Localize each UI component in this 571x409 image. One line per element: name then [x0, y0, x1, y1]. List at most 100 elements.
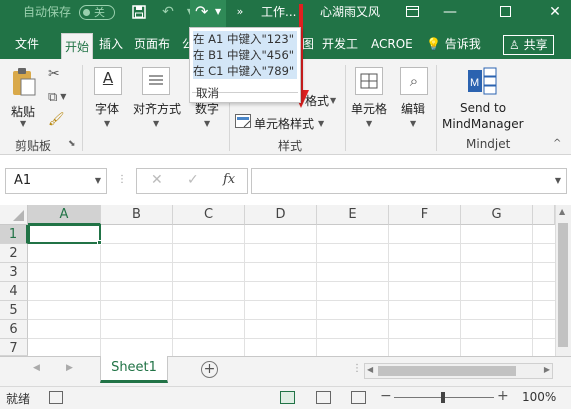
save-button[interactable] [125, 0, 153, 30]
cell-styles-label[interactable]: 单元格样式 [254, 115, 314, 132]
page-layout-view-icon[interactable] [316, 391, 331, 404]
horizontal-scrollbar[interactable]: ◀ ▶ [364, 363, 553, 379]
row-header[interactable]: 5 [0, 301, 28, 320]
tab-tell-me[interactable]: 💡 告诉我 [426, 30, 481, 59]
fill-handle[interactable] [97, 240, 102, 245]
editing-button[interactable]: ⌕ [400, 67, 428, 95]
column-header[interactable]: C [173, 205, 245, 225]
column-header[interactable]: G [461, 205, 533, 225]
name-box[interactable]: A1 ▼ [5, 168, 107, 194]
chevron-down-icon[interactable]: ▼ [20, 119, 26, 128]
tell-me-label: 告诉我 [444, 37, 481, 51]
alignment-label[interactable]: 对齐方式 [133, 100, 181, 117]
scroll-right-icon[interactable]: ▶ [66, 363, 73, 373]
select-all-icon [13, 210, 24, 221]
chevron-down-icon[interactable]: ▼ [366, 119, 372, 128]
zoom-in-button[interactable]: + [497, 388, 509, 404]
sheet-tab[interactable]: Sheet1 [100, 356, 168, 383]
scrollbar-thumb[interactable] [378, 366, 516, 376]
font-label[interactable]: 字体 [95, 100, 119, 117]
paste-button[interactable] [11, 67, 37, 100]
chevron-down-icon[interactable]: ▼ [410, 119, 416, 128]
spreadsheet-grid[interactable]: A B C D E F G 1 2 3 4 5 6 7 ▲ [0, 205, 571, 356]
tab-acrobat[interactable]: ACROE [371, 30, 414, 59]
redo-button[interactable]: ↷ ▼ [190, 0, 226, 30]
row-header[interactable]: 6 [0, 320, 28, 339]
column-header[interactable]: E [317, 205, 389, 225]
vertical-scrollbar[interactable]: ▲ [555, 205, 571, 356]
row-header[interactable]: 7 [0, 339, 28, 356]
undo-history-item[interactable]: 在 C1 中键入"789" [193, 63, 297, 79]
collapse-ribbon-button[interactable]: ^ [553, 138, 561, 149]
undo-history-item[interactable]: 在 B1 中键入"456" [193, 47, 297, 63]
tab-insert[interactable]: 插入 [99, 30, 123, 59]
column-header[interactable]: B [101, 205, 173, 225]
scroll-left-icon[interactable]: ◀ [33, 363, 40, 373]
cut-button[interactable]: ✂ [48, 66, 60, 82]
share-button[interactable]: ♙ 共享 [503, 35, 554, 55]
insert-function-button[interactable]: fx [223, 172, 235, 187]
minimize-button[interactable]: — [436, 0, 464, 30]
chevron-down-icon[interactable]: ▼ [153, 119, 159, 128]
cell-styles-button[interactable] [235, 114, 251, 131]
ribbon-display-button[interactable] [398, 0, 426, 30]
drag-handle-icon[interactable]: ⋮ [117, 174, 127, 185]
zoom-slider-thumb[interactable] [441, 392, 445, 403]
chevron-down-icon[interactable]: ▼ [555, 176, 561, 185]
paste-label[interactable]: 粘贴 [11, 103, 35, 120]
row-header[interactable]: 2 [0, 244, 28, 263]
macro-record-icon[interactable] [49, 391, 63, 404]
tab-page-layout[interactable]: 页面布 [134, 30, 178, 59]
normal-view-icon[interactable] [280, 391, 295, 404]
row-header[interactable]: 4 [0, 282, 28, 301]
dialog-launcher-icon[interactable]: ⬊ [68, 139, 76, 149]
column-header[interactable]: A [28, 205, 101, 225]
add-sheet-button[interactable]: + [201, 361, 218, 378]
cancel-button[interactable]: 取消 [196, 85, 300, 101]
formula-input[interactable]: ▼ [251, 168, 567, 194]
chevron-up-icon[interactable]: ▲ [559, 207, 565, 216]
cells-button[interactable] [355, 67, 383, 95]
send-to-line1[interactable]: Send to [460, 101, 506, 115]
mindmanager-logo[interactable]: M [468, 67, 498, 98]
format-painter-button[interactable]: 🖌 [48, 112, 65, 127]
cells-icon [360, 73, 378, 89]
cancel-entry-icon[interactable]: ✕ [151, 172, 163, 188]
column-header[interactable] [533, 205, 555, 225]
tab-home[interactable]: 开始 [61, 33, 93, 59]
column-header[interactable]: D [245, 205, 317, 225]
autosave-toggle[interactable]: 关 [79, 5, 115, 20]
close-button[interactable]: ✕ [541, 0, 569, 30]
tab-file[interactable]: 文件 [15, 30, 39, 59]
tab-developer[interactable]: 开发工 [322, 30, 366, 59]
font-button[interactable]: A [94, 67, 122, 95]
zoom-level[interactable]: 100% [522, 390, 556, 404]
chevron-down-icon[interactable]: ▼ [318, 119, 324, 128]
active-cell[interactable] [28, 224, 101, 244]
chevron-down-icon[interactable]: ▼ [330, 96, 336, 105]
chevron-down-icon[interactable]: ▼ [104, 119, 110, 128]
scrollbar-thumb[interactable] [558, 223, 568, 347]
user-name[interactable]: 心湖雨又风 [320, 0, 380, 30]
row-header[interactable]: 3 [0, 263, 28, 282]
chevron-left-icon[interactable]: ◀ [367, 365, 373, 374]
page-break-view-icon[interactable] [351, 391, 366, 404]
maximize-button[interactable] [491, 0, 519, 30]
cells-label[interactable]: 单元格 [351, 100, 387, 117]
zoom-out-button[interactable]: − [380, 388, 392, 404]
row-header[interactable]: 1 [0, 225, 28, 244]
drag-handle-icon[interactable]: ⋮ [352, 363, 362, 374]
column-header[interactable]: F [389, 205, 461, 225]
select-all-button[interactable] [0, 205, 28, 225]
editing-label[interactable]: 编辑 [401, 100, 425, 117]
alignment-button[interactable] [142, 67, 170, 95]
confirm-entry-icon[interactable]: ✓ [187, 172, 199, 188]
copy-button[interactable]: ⧉ ▼ [48, 90, 66, 105]
chevron-down-icon[interactable]: ▼ [204, 119, 210, 128]
undo-history-item[interactable]: 在 A1 中键入"123" [193, 31, 297, 47]
chevron-right-icon[interactable]: ▶ [544, 365, 550, 374]
more-commands-button[interactable]: » [226, 0, 254, 30]
chevron-down-icon[interactable]: ▼ [95, 176, 101, 185]
scissors-icon: ✂ [48, 66, 60, 82]
send-to-line2[interactable]: MindManager [442, 117, 524, 131]
